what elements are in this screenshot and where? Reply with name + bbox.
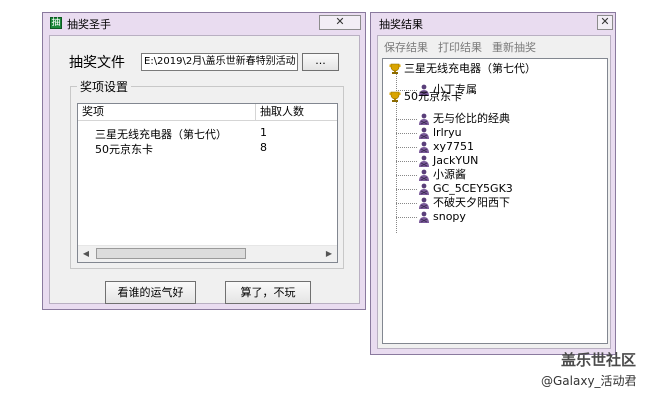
- prize-settings-group: 奖项设置 奖项 抽取人数 三星无线充电器（第七代） 1 50元京东卡 8 ◀ ▶: [70, 78, 344, 269]
- main-client-area: 抽奖文件 E:\2019\2月\盖乐世新春特别活动 ... 奖项设置 奖项 抽取…: [49, 35, 360, 304]
- column-header-count[interactable]: 抽取人数: [256, 104, 337, 121]
- result-window-title: 抽奖结果: [379, 18, 423, 31]
- watermark-brand: 盖乐世社区: [561, 351, 637, 369]
- trophy-icon: [389, 91, 401, 102]
- horizontal-scrollbar[interactable]: ◀ ▶: [78, 245, 337, 262]
- person-icon: [419, 127, 429, 139]
- result-tree[interactable]: 三星无线充电器（第七代） 小丁专属 50元京东卡 无与伦比的经典 lrlryu: [382, 58, 608, 344]
- result-titlebar[interactable]: 抽奖结果 ✕: [371, 13, 615, 33]
- scroll-left-icon[interactable]: ◀: [78, 246, 94, 262]
- tree-winner-label: GC_5CEY5GK3: [433, 182, 513, 195]
- person-icon: [419, 197, 429, 209]
- scroll-right-icon[interactable]: ▶: [321, 246, 337, 262]
- file-label: 抽奖文件: [69, 55, 125, 71]
- close-icon: ✕: [335, 15, 345, 28]
- watermark-handle: @Galaxy_活动君: [541, 374, 637, 388]
- person-icon: [419, 141, 429, 153]
- tree-connector: [396, 101, 397, 233]
- menu-redraw[interactable]: 重新抽奖: [492, 39, 536, 55]
- browse-button[interactable]: ...: [302, 53, 339, 71]
- tree-connector: [396, 189, 417, 190]
- person-icon: [419, 211, 429, 223]
- prize-count: 8: [260, 141, 267, 154]
- cancel-button[interactable]: 算了，不玩: [225, 281, 311, 304]
- main-window-title: 抽奖圣手: [67, 18, 111, 31]
- result-window: 抽奖结果 ✕ 保存结果 打印结果 重新抽奖 三星无线充电器（第七代） 小丁专属 …: [370, 12, 616, 355]
- tree-winner-label: 无与伦比的经典: [433, 112, 510, 125]
- person-icon: [419, 169, 429, 181]
- tree-connector: [396, 133, 417, 134]
- tree-winner-label: JackYUN: [433, 154, 479, 167]
- tree-connector: [396, 119, 417, 120]
- tree-connector: [396, 175, 417, 176]
- prize-list[interactable]: 奖项 抽取人数 三星无线充电器（第七代） 1 50元京东卡 8 ◀ ▶: [77, 103, 338, 263]
- menu-save-results[interactable]: 保存结果: [384, 39, 428, 55]
- scroll-thumb[interactable]: [96, 248, 246, 259]
- prize-settings-title: 奖项设置: [77, 78, 132, 95]
- tree-connector: [396, 73, 397, 91]
- tree-winner-label: lrlryu: [433, 126, 462, 139]
- file-path-field[interactable]: E:\2019\2月\盖乐世新春特别活动: [141, 53, 298, 71]
- tree-winner-label: snopy: [433, 210, 466, 223]
- person-icon: [419, 113, 429, 125]
- main-close-button[interactable]: ✕: [319, 15, 361, 30]
- tree-winner-label: 不破天夕阳西下: [433, 196, 510, 209]
- tree-winner-label: xy7751: [433, 140, 475, 153]
- tree-prize-label: 50元京东卡: [404, 90, 462, 103]
- menu-print-results[interactable]: 打印结果: [438, 39, 482, 55]
- tree-connector: [396, 161, 417, 162]
- prize-name: 50元京东卡: [95, 143, 153, 156]
- tree-connector: [396, 217, 417, 218]
- result-client-area: 保存结果 打印结果 重新抽奖 三星无线充电器（第七代） 小丁专属 50元京东卡 …: [377, 35, 611, 349]
- person-icon: [419, 183, 429, 195]
- close-icon: ✕: [600, 15, 610, 28]
- main-window: 抽 抽奖圣手 ✕ 抽奖文件 E:\2019\2月\盖乐世新春特别活动 ... 奖…: [42, 12, 366, 310]
- prize-name: 三星无线充电器（第七代）: [95, 128, 227, 141]
- tree-connector: [396, 203, 417, 204]
- lucky-draw-button[interactable]: 看谁的运气好: [105, 281, 196, 304]
- trophy-icon: [389, 63, 401, 74]
- result-close-button[interactable]: ✕: [597, 15, 613, 30]
- tree-connector: [396, 147, 417, 148]
- person-icon: [419, 155, 429, 167]
- main-titlebar[interactable]: 抽 抽奖圣手 ✕: [43, 13, 365, 33]
- column-header-prize[interactable]: 奖项: [78, 104, 256, 121]
- tree-winner-label: 小源酱: [433, 168, 466, 181]
- tree-prize-label: 三星无线充电器（第七代）: [404, 62, 536, 75]
- prize-count: 1: [260, 126, 267, 139]
- app-icon: 抽: [50, 17, 62, 29]
